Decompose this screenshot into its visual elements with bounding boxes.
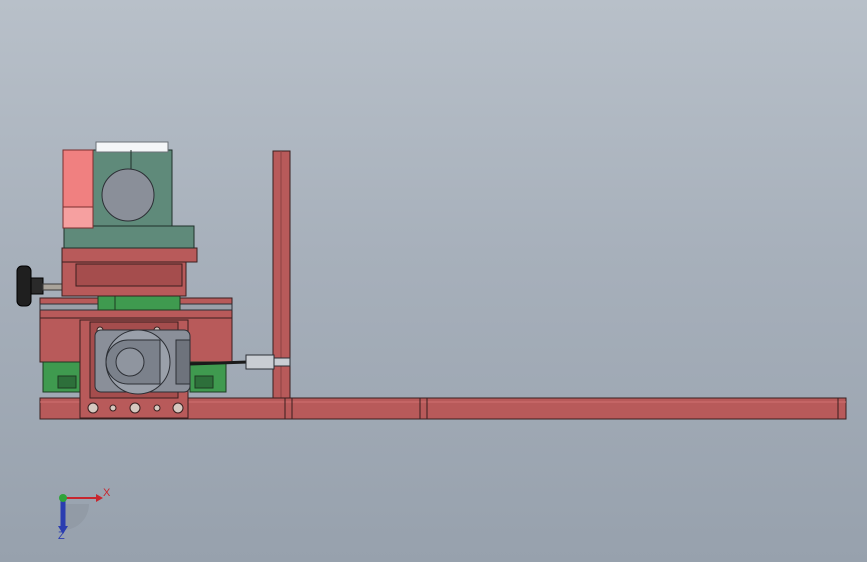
motor-cable xyxy=(189,360,249,366)
carriage-recess xyxy=(75,263,183,287)
cable-connector[interactable] xyxy=(245,354,275,370)
handwheel-knob[interactable] xyxy=(16,265,32,307)
clamp-bore-icon xyxy=(101,168,155,222)
connector-plug xyxy=(273,357,291,367)
rail-block-left-slot xyxy=(57,375,77,389)
knob-hub xyxy=(30,277,44,295)
triad-x-label: X xyxy=(103,487,111,499)
clamp-top-cap xyxy=(95,141,169,153)
y-axis-dot-icon xyxy=(59,494,67,502)
motor-end-cap xyxy=(175,339,191,385)
motor-shaft-icon xyxy=(115,347,145,377)
top-plate[interactable] xyxy=(61,247,198,263)
cad-viewport[interactable]: X Z xyxy=(0,0,867,562)
pink-block-face xyxy=(62,206,94,229)
coordinate-triad xyxy=(58,494,103,534)
clamp-base xyxy=(63,225,195,249)
x-arrow-icon xyxy=(96,494,103,502)
rail-block-right-slot xyxy=(194,375,214,389)
triad-z-label: Z xyxy=(58,530,65,542)
assembly-model[interactable] xyxy=(0,0,867,562)
